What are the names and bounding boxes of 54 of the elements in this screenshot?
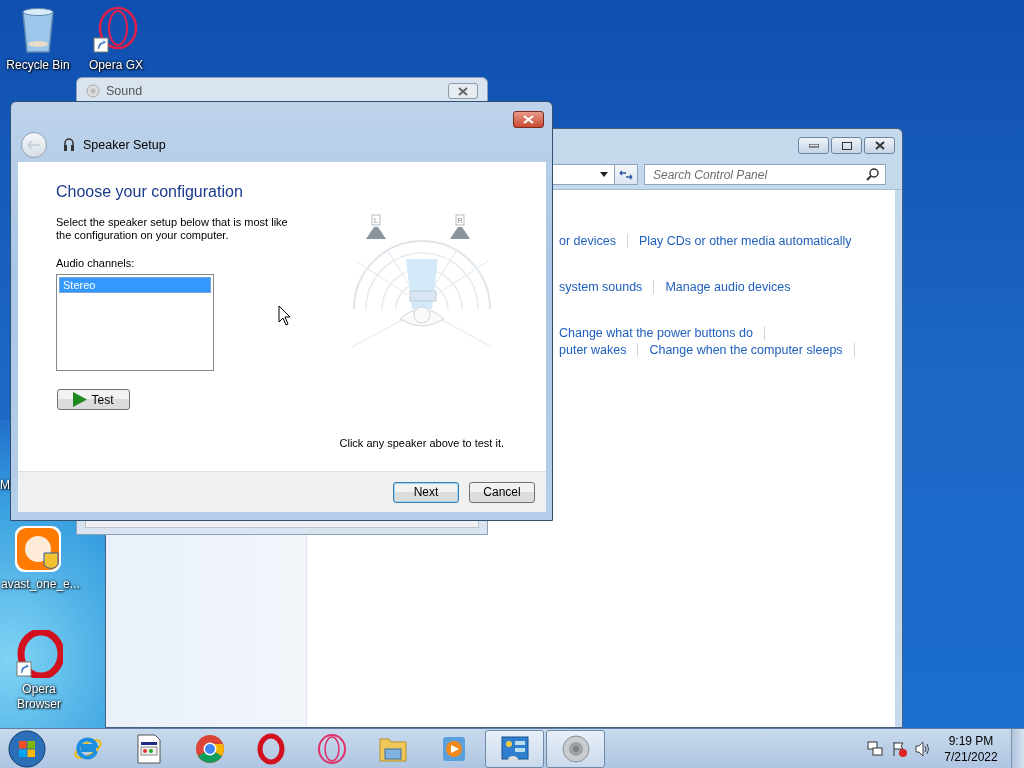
play-icon xyxy=(73,392,88,407)
speaker-icon xyxy=(559,732,592,765)
mouse-cursor-icon xyxy=(278,305,292,326)
speaker-icon[interactable] xyxy=(450,214,470,239)
task-link[interactable]: puter wakes xyxy=(559,342,627,357)
taskbar-button[interactable] xyxy=(485,729,544,768)
icon-label[interactable]: M xyxy=(0,478,10,493)
refresh-button[interactable] xyxy=(614,164,638,185)
speaker-icon xyxy=(86,84,100,98)
ring-logo-icon[interactable] xyxy=(15,630,63,678)
window-title: Sound xyxy=(106,84,144,98)
speaker-icon[interactable] xyxy=(366,214,386,239)
headset-icon xyxy=(63,137,75,153)
windows-orb-icon xyxy=(8,729,46,768)
shield-tile-icon[interactable] xyxy=(14,525,62,573)
hint-text: Click any speaker above to test it. xyxy=(339,437,504,449)
maximize-icon xyxy=(841,141,852,150)
instructions-text: Select the speaker setup below that is most like the configuration on your computer. xyxy=(56,216,289,242)
close-button[interactable] xyxy=(513,111,544,128)
clock-date: 7/21/2022 xyxy=(944,748,998,765)
dialog-title: Speaker Setup xyxy=(83,138,166,152)
network-icon[interactable] xyxy=(867,740,883,757)
back-arrow-icon xyxy=(27,140,41,150)
task-link[interactable]: system sounds xyxy=(559,279,643,294)
close-button[interactable] xyxy=(864,137,895,154)
search-icon xyxy=(866,168,879,181)
dropdown-arrow-icon xyxy=(600,172,608,177)
close-icon xyxy=(874,141,885,150)
dialog-button[interactable]: Next xyxy=(393,481,459,503)
close-icon xyxy=(458,86,468,96)
list-label: Audio channels: xyxy=(56,257,135,269)
dialog-button[interactable]: Cancel xyxy=(469,481,535,503)
volume-icon[interactable] xyxy=(915,740,931,757)
task-link[interactable]: Change when the computer sleeps xyxy=(649,342,843,357)
task-link[interactable]: Play CDs or other media automatically xyxy=(639,233,852,248)
refresh-icon xyxy=(619,168,633,181)
search-field[interactable]: Search Control Panel xyxy=(644,164,886,185)
page-heading: Choose your configuration xyxy=(56,183,244,202)
maximize-button[interactable] xyxy=(831,137,862,154)
circle-logo-icon xyxy=(193,732,226,765)
test-button[interactable]: Test xyxy=(57,389,130,410)
close-icon xyxy=(523,115,534,124)
clock-time: 9:19 PM xyxy=(948,732,994,749)
clock[interactable]: 9:19 PM 7/21/2022 xyxy=(939,732,1003,765)
ring-logo-icon[interactable] xyxy=(92,6,140,54)
close-button[interactable] xyxy=(448,83,478,99)
task-link[interactable]: Manage audio devices xyxy=(665,279,791,294)
icon-label[interactable]: Recycle Bin xyxy=(6,58,70,73)
ring-logo-icon xyxy=(315,732,348,765)
task-link[interactable]: Change what the power buttons do xyxy=(559,325,753,340)
minimize-icon xyxy=(808,143,819,148)
flag-warning-icon[interactable] xyxy=(891,740,907,757)
task-link[interactable]: or devices xyxy=(559,233,616,248)
icon-label[interactable]: Opera GX xyxy=(89,58,143,73)
